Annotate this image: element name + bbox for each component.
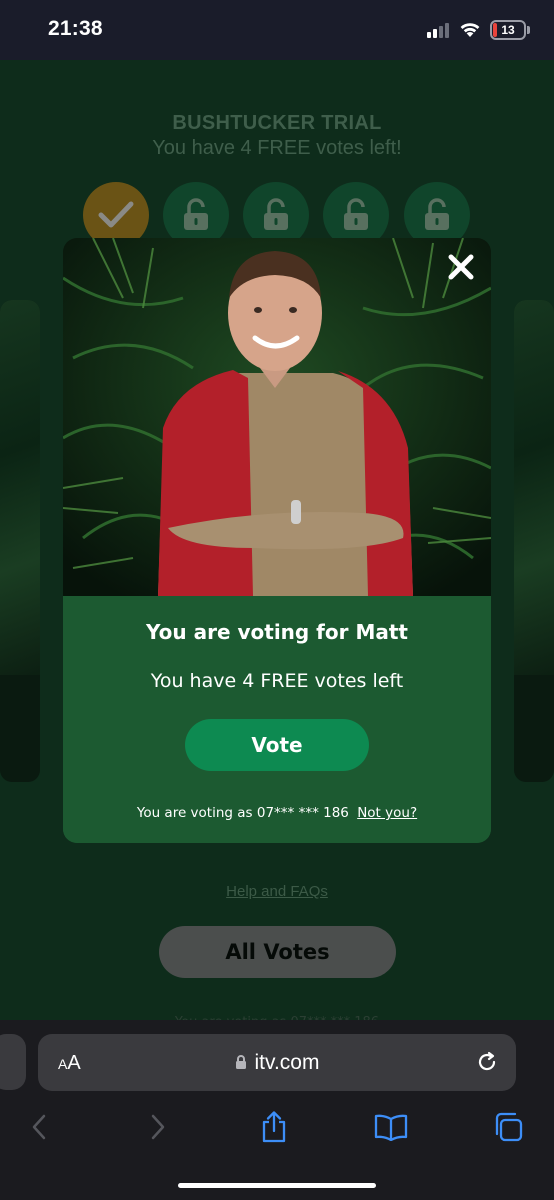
contestant-card-next[interactable] bbox=[514, 300, 554, 782]
previous-tab-stub[interactable] bbox=[0, 1034, 26, 1090]
unlock-icon bbox=[184, 198, 208, 230]
battery-icon: 13 bbox=[490, 20, 526, 40]
unlock-icon bbox=[344, 198, 368, 230]
tabs-button[interactable] bbox=[491, 1110, 525, 1144]
voting-as-text: You are voting as 07*** *** 186 bbox=[136, 805, 349, 821]
chevron-left-icon bbox=[32, 1114, 46, 1140]
battery-level: 13 bbox=[501, 23, 515, 37]
status-time: 21:38 bbox=[48, 17, 103, 40]
share-icon bbox=[262, 1111, 286, 1143]
browser-toolbar: AA itv.com bbox=[0, 1020, 554, 1200]
book-icon bbox=[374, 1114, 408, 1141]
contestant-photo bbox=[63, 238, 491, 596]
voting-as-info: You are voting as 07*** *** 186 Not you? bbox=[63, 805, 491, 821]
check-icon bbox=[98, 201, 134, 228]
chevron-right-icon bbox=[151, 1114, 165, 1140]
unlock-icon bbox=[264, 198, 288, 230]
forward-button[interactable] bbox=[141, 1110, 175, 1144]
reload-button[interactable] bbox=[475, 1050, 499, 1074]
share-button[interactable] bbox=[257, 1110, 291, 1144]
vote-button[interactable]: Vote bbox=[185, 719, 369, 771]
reload-icon bbox=[478, 1051, 496, 1071]
help-faqs-link[interactable]: Help and FAQs bbox=[0, 883, 554, 900]
lock-icon bbox=[235, 1055, 246, 1069]
modal-body: You are voting for Matt You have 4 FREE … bbox=[63, 596, 491, 843]
modal-heading: You are voting for Matt bbox=[146, 620, 408, 644]
not-you-link[interactable]: Not you? bbox=[357, 805, 417, 821]
modal-votes-left: You have 4 FREE votes left bbox=[150, 670, 404, 692]
votes-remaining-subtitle: You have 4 FREE votes left! bbox=[152, 137, 402, 159]
wifi-icon bbox=[458, 20, 482, 38]
bookmarks-button[interactable] bbox=[374, 1110, 408, 1144]
unlock-icon bbox=[425, 198, 449, 230]
url-display[interactable]: itv.com bbox=[38, 1051, 516, 1075]
close-modal-button[interactable] bbox=[446, 252, 476, 282]
contestant-card-previous[interactable] bbox=[0, 300, 40, 782]
vote-modal: You are voting for Matt You have 4 FREE … bbox=[63, 238, 491, 843]
status-bar: 21:38 13 bbox=[0, 0, 554, 60]
cellular-signal-icon bbox=[427, 22, 451, 38]
back-button[interactable] bbox=[22, 1110, 56, 1144]
trial-title: BUSHTUCKER TRIAL bbox=[172, 112, 382, 134]
all-votes-button[interactable]: All Votes bbox=[159, 926, 396, 978]
close-icon bbox=[448, 254, 474, 280]
url-text: itv.com bbox=[254, 1051, 320, 1074]
address-bar[interactable]: AA itv.com bbox=[38, 1034, 516, 1091]
tabs-icon bbox=[495, 1112, 523, 1142]
home-indicator[interactable] bbox=[178, 1183, 376, 1188]
